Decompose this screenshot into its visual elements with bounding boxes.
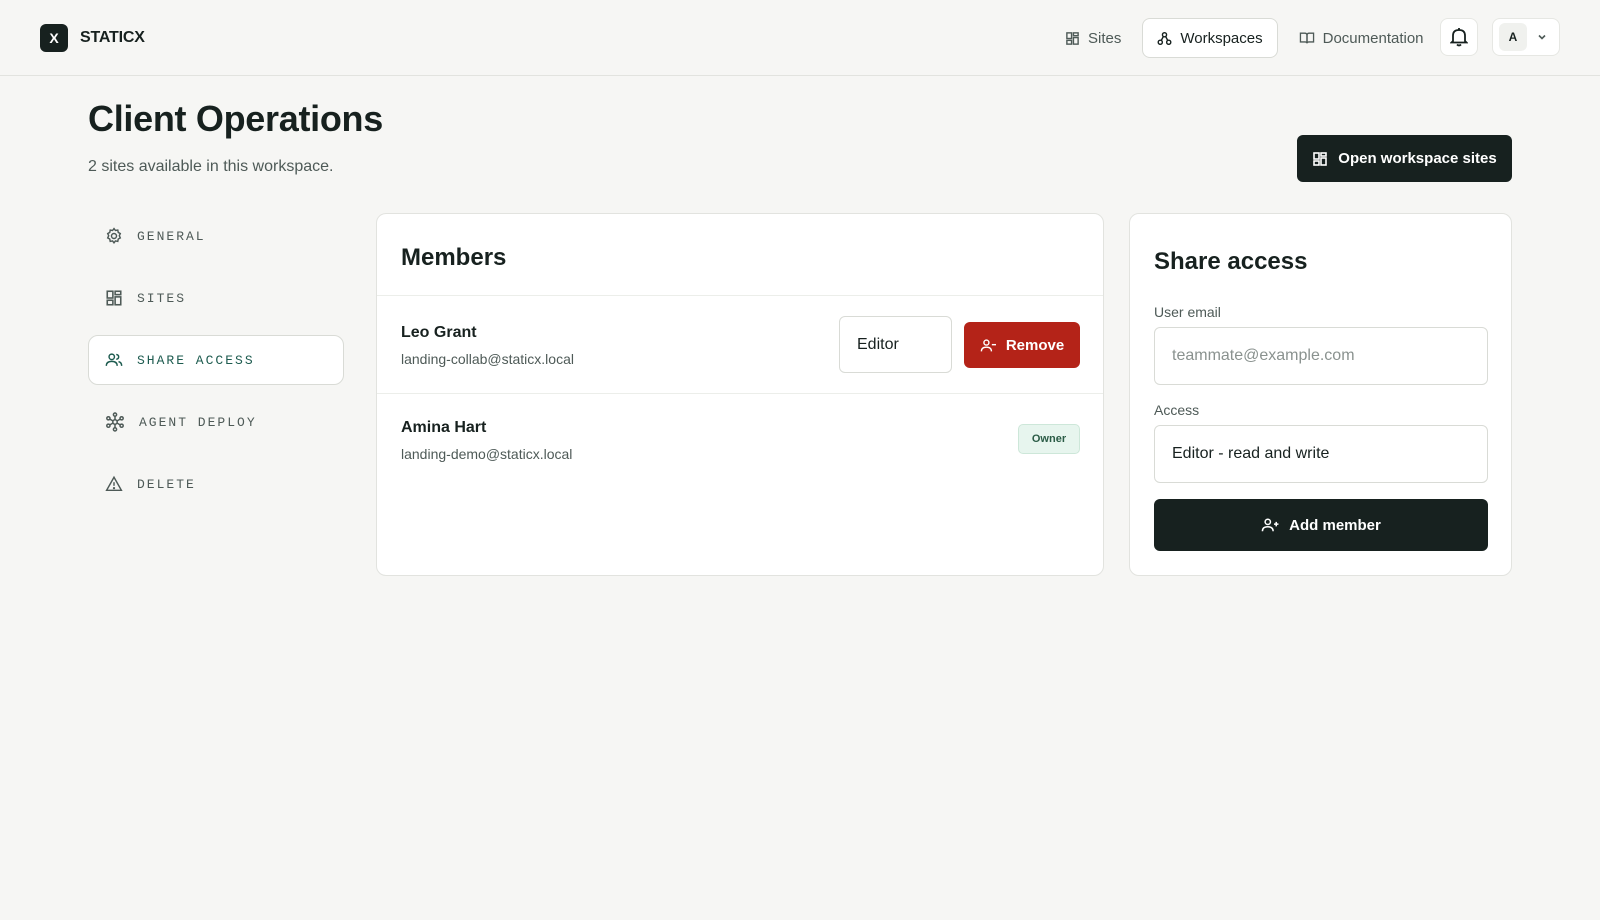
user-plus-icon [1261,517,1289,533]
brand-name: STATICX [80,29,145,46]
settings-sidebar: GENERAL SITES SHARE ACCESS AGENT DEPLOY … [88,211,344,521]
chevron-down-icon [1527,32,1547,42]
sidebar-item-agent-deploy[interactable]: AGENT DEPLOY [88,397,344,447]
book-icon [1299,31,1323,45]
users-icon [105,351,137,369]
share-access-card: Share access User email Access Editor - … [1129,213,1512,576]
user-minus-icon [980,338,1006,353]
open-workspace-sites-label: Open workspace sites [1338,150,1497,167]
sidebar-item-label: GENERAL [137,228,206,244]
sidebar-item-general[interactable]: GENERAL [88,211,344,261]
remove-member-button[interactable]: Remove [964,322,1080,368]
sidebar-item-label: SITES [137,290,187,306]
member-name: Leo Grant [401,324,477,341]
nav-sites-label: Sites [1088,29,1122,47]
nav-sites[interactable]: Sites [1050,18,1136,58]
nav-workspaces-label: Workspaces [1180,29,1263,47]
members-divider [377,393,1103,394]
sidebar-item-sites[interactable]: SITES [88,273,344,323]
sidebar-item-share-access[interactable]: SHARE ACCESS [88,335,344,385]
main-nav: Sites Workspaces Documentation [1050,18,1439,58]
grid-icon [105,289,137,307]
access-select[interactable]: Editor - read and write [1154,425,1488,483]
owner-badge: Owner [1018,424,1080,454]
avatar: A [1499,23,1527,51]
grid-icon [1065,31,1088,46]
sidebar-item-label: AGENT DEPLOY [139,414,257,430]
nav-workspaces[interactable]: Workspaces [1142,18,1278,58]
sidebar-item-label: SHARE ACCESS [137,352,255,368]
gear-icon [105,227,137,245]
user-email-label: User email [1154,304,1221,320]
member-name: Amina Hart [401,419,487,436]
member-email: landing-collab@staticx.local [401,351,574,367]
sidebar-item-label: DELETE [137,476,196,492]
open-workspace-sites-button[interactable]: Open workspace sites [1297,135,1512,182]
grid-icon [1312,151,1338,167]
nav-documentation[interactable]: Documentation [1284,18,1439,58]
page-title: Client Operations [88,98,383,139]
member-role-select[interactable]: Editor [839,316,952,373]
user-email-input[interactable] [1154,327,1488,385]
members-card: Members Leo Grant landing-collab@staticx… [376,213,1104,576]
sidebar-item-delete[interactable]: DELETE [88,459,344,509]
network-icon [105,412,139,432]
bell-icon [1450,27,1468,47]
add-member-label: Add member [1289,516,1381,534]
brand-mark: X [40,24,68,52]
share-access-title: Share access [1154,248,1308,275]
warning-icon [105,475,137,493]
brand-logo[interactable]: X STATICX [40,24,145,52]
notifications-button[interactable] [1440,18,1478,56]
remove-member-label: Remove [1005,336,1065,354]
add-member-button[interactable]: Add member [1154,499,1488,551]
workspaces-icon [1157,31,1180,46]
members-divider [377,295,1103,296]
page-subtitle: 2 sites available in this workspace. [88,158,334,175]
account-menu-button[interactable]: A [1492,18,1560,56]
members-title: Members [401,244,507,271]
top-bar: X STATICX Sites Workspaces Documentation… [0,0,1600,76]
nav-documentation-label: Documentation [1322,29,1424,47]
member-email: landing-demo@staticx.local [401,446,573,462]
access-label: Access [1154,402,1200,418]
